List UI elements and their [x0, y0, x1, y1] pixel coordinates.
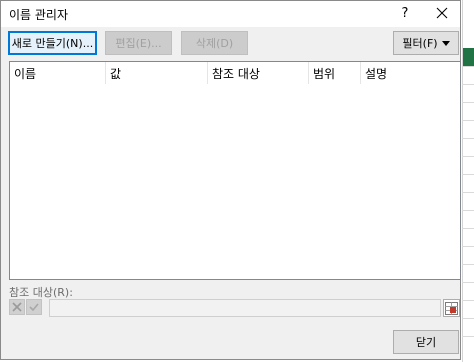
range-select-button[interactable]: [443, 299, 460, 317]
filter-button[interactable]: 필터(F): [393, 31, 459, 55]
close-button[interactable]: 닫기: [393, 330, 459, 354]
sheet-gridline: [462, 138, 474, 139]
sheet-gridline: [462, 192, 474, 193]
refers-to-label: 참조 대상(R):: [9, 286, 73, 299]
confirm-edit-button[interactable]: [26, 299, 42, 315]
help-button[interactable]: ?: [393, 3, 417, 23]
sheet-gridline: [462, 318, 474, 319]
sheet-gridline: [462, 210, 474, 211]
sheet-gridline: [462, 228, 474, 229]
sheet-gridline: [462, 300, 474, 301]
sheet-gridline: [462, 246, 474, 247]
new-name-button-label: 새로 만들기(N)...: [11, 37, 94, 50]
sheet-gridline: [462, 264, 474, 265]
column-header-refers-to[interactable]: 참조 대상: [208, 62, 309, 84]
sheet-gridline: [462, 120, 474, 121]
column-header-scope[interactable]: 범위: [309, 62, 361, 84]
column-header-value[interactable]: 값: [106, 62, 208, 84]
dropdown-arrow-icon: [441, 40, 450, 46]
close-button-label: 닫기: [415, 336, 437, 349]
filter-button-label: 필터(F): [402, 37, 438, 50]
delete-button-label: 삭제(D): [195, 37, 234, 50]
column-header-scope-label: 범위: [313, 66, 336, 81]
selected-cell-indicator: [463, 48, 474, 66]
cancel-x-icon: [12, 302, 22, 312]
sheet-gridline: [462, 156, 474, 157]
sheet-gridline: [462, 66, 474, 67]
names-list[interactable]: 이름 값 참조 대상 범위 설명: [9, 61, 461, 280]
column-header-name[interactable]: 이름: [10, 62, 106, 84]
title-bar[interactable]: 이름 관리자 ?: [1, 1, 460, 27]
sheet-gridline: [462, 336, 474, 337]
new-name-button[interactable]: 새로 만들기(N)...: [8, 31, 97, 55]
edit-button-label: 편집(E)...: [115, 37, 162, 50]
dialog-title: 이름 관리자: [9, 8, 69, 22]
delete-button[interactable]: 삭제(D): [181, 31, 248, 55]
range-select-icon: [445, 301, 458, 315]
confirm-check-icon: [29, 303, 39, 312]
name-manager-dialog: 이름 관리자 ? 새로 만들기(N)... 편집(E)... 삭제(D) 필터(…: [0, 0, 461, 360]
sheet-gridline: [462, 282, 474, 283]
close-icon: [436, 7, 448, 19]
cancel-edit-button[interactable]: [9, 299, 25, 315]
close-window-button[interactable]: [425, 1, 459, 25]
column-header-value-label: 값: [110, 66, 122, 81]
sheet-gridline: [462, 174, 474, 175]
refers-to-input[interactable]: [49, 299, 441, 317]
column-header-comment[interactable]: 설명: [361, 62, 460, 84]
sheet-gridline: [462, 84, 474, 85]
column-header-refers-to-label: 참조 대상: [212, 66, 260, 81]
column-header-comment-label: 설명: [365, 66, 388, 81]
edit-button[interactable]: 편집(E)...: [105, 31, 172, 55]
column-header-name-label: 이름: [14, 66, 37, 81]
sheet-gridline: [462, 102, 474, 103]
